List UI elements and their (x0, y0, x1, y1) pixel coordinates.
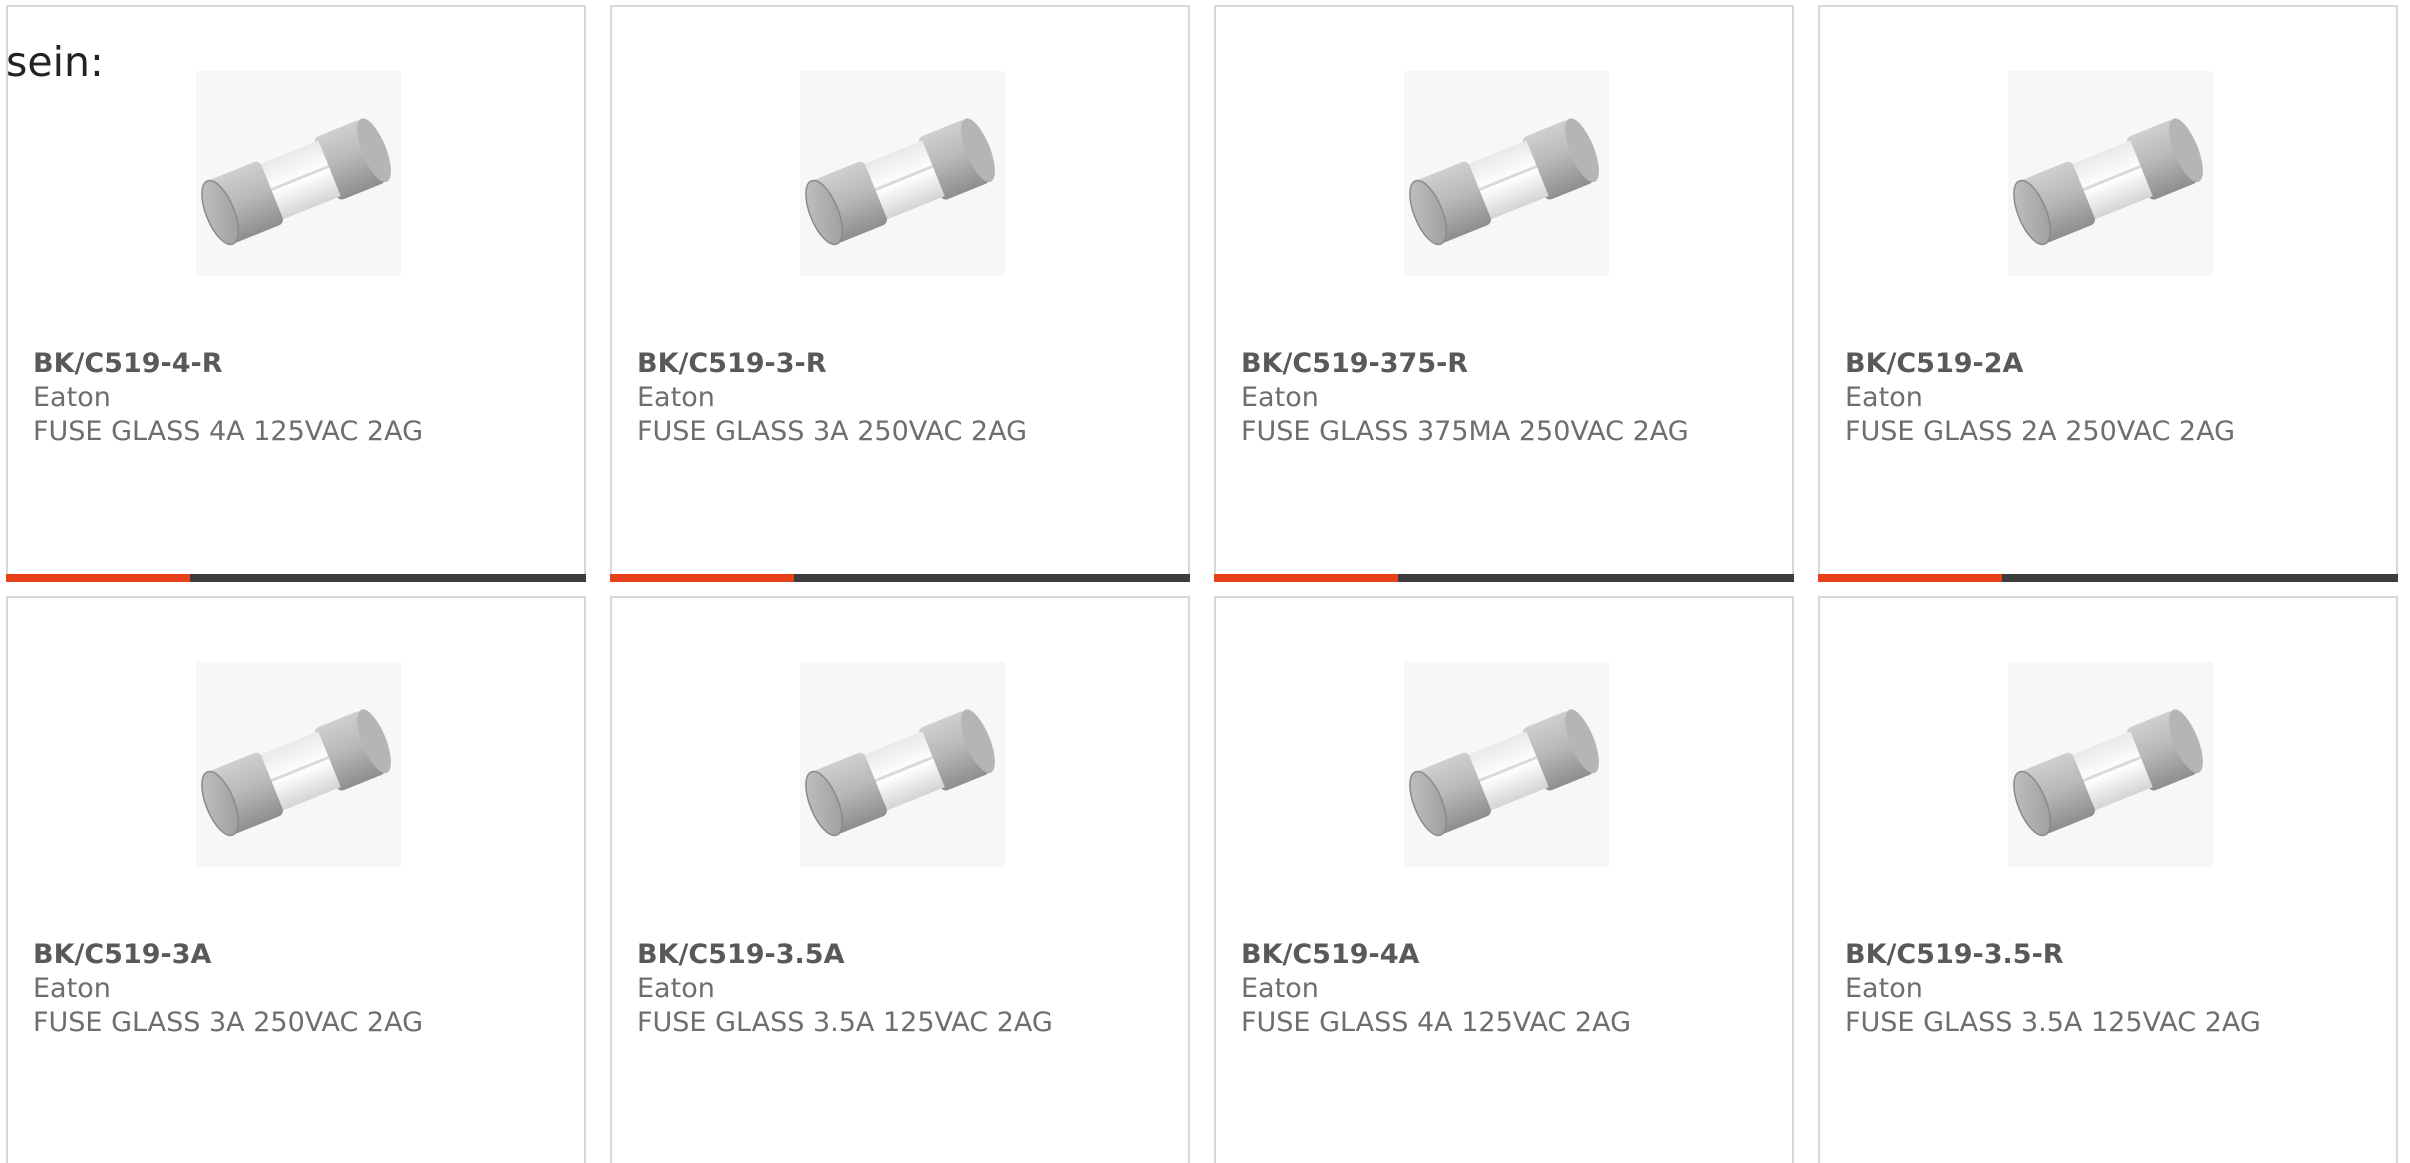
card-bottom-bar (1214, 574, 1794, 582)
card-bottom-bar (1818, 574, 2398, 582)
product-description: FUSE GLASS 375MA 250VAC 2AG (1241, 416, 1689, 447)
card-bar-accent (610, 574, 794, 582)
card-bar-dark (1398, 574, 1794, 582)
part-number-link[interactable]: BK/C519-3.5-R (1845, 938, 2386, 972)
product-card[interactable]: BK/C519-3.5A Eaton FUSE GLASS 3.5A 125VA… (610, 596, 1190, 1163)
product-description: FUSE GLASS 3.5A 125VAC 2AG (637, 1007, 1053, 1038)
product-description: FUSE GLASS 3.5A 125VAC 2AG (1845, 1007, 2261, 1038)
product-image[interactable] (2008, 662, 2213, 867)
product-info: BK/C519-3-R Eaton FUSE GLASS 3A 250VAC 2… (637, 347, 1178, 449)
glass-fuse-icon (196, 662, 401, 867)
product-image[interactable] (1404, 662, 1609, 867)
product-image[interactable] (2008, 71, 2213, 276)
card-bar-dark (2002, 574, 2398, 582)
product-info: BK/C519-375-R Eaton FUSE GLASS 375MA 250… (1241, 347, 1782, 449)
product-description: FUSE GLASS 4A 125VAC 2AG (1241, 1007, 1632, 1038)
card-bar-accent (6, 574, 190, 582)
product-description: FUSE GLASS 3A 250VAC 2AG (637, 416, 1028, 447)
product-image[interactable] (196, 662, 401, 867)
part-number-link[interactable]: BK/C519-3.5A (637, 938, 1178, 972)
part-number-link[interactable]: BK/C519-3A (33, 938, 574, 972)
product-image[interactable] (196, 71, 401, 276)
glass-fuse-icon (1404, 662, 1609, 867)
product-card[interactable]: BK/C519-375-R Eaton FUSE GLASS 375MA 250… (1214, 5, 1794, 582)
intro-text: sein: (6, 38, 104, 86)
manufacturer-label: Eaton (1241, 382, 1319, 413)
product-info: BK/C519-4-R Eaton FUSE GLASS 4A 125VAC 2… (33, 347, 574, 449)
product-card[interactable]: BK/C519-4-R Eaton FUSE GLASS 4A 125VAC 2… (6, 5, 586, 582)
product-page: sein: BK/C519-4-R Eaton FUSE GLASS 4A 12… (0, 0, 2410, 1163)
product-info: BK/C519-3A Eaton FUSE GLASS 3A 250VAC 2A… (33, 938, 574, 1040)
glass-fuse-icon (2008, 662, 2213, 867)
manufacturer-label: Eaton (33, 973, 111, 1004)
card-bottom-bar (610, 574, 1190, 582)
product-card[interactable]: BK/C519-3A Eaton FUSE GLASS 3A 250VAC 2A… (6, 596, 586, 1163)
product-image[interactable] (800, 71, 1005, 276)
manufacturer-label: Eaton (33, 382, 111, 413)
product-card[interactable]: BK/C519-2A Eaton FUSE GLASS 2A 250VAC 2A… (1818, 5, 2398, 582)
card-bar-accent (1818, 574, 2002, 582)
manufacturer-label: Eaton (637, 973, 715, 1004)
manufacturer-label: Eaton (1845, 382, 1923, 413)
part-number-link[interactable]: BK/C519-4-R (33, 347, 574, 381)
part-number-link[interactable]: BK/C519-3-R (637, 347, 1178, 381)
product-image[interactable] (800, 662, 1005, 867)
glass-fuse-icon (1404, 71, 1609, 276)
product-description: FUSE GLASS 2A 250VAC 2AG (1845, 416, 2236, 447)
glass-fuse-icon (196, 71, 401, 276)
card-bottom-bar (6, 574, 586, 582)
product-info: BK/C519-2A Eaton FUSE GLASS 2A 250VAC 2A… (1845, 347, 2386, 449)
glass-fuse-icon (800, 662, 1005, 867)
product-card[interactable]: BK/C519-4A Eaton FUSE GLASS 4A 125VAC 2A… (1214, 596, 1794, 1163)
part-number-link[interactable]: BK/C519-2A (1845, 347, 2386, 381)
glass-fuse-icon (2008, 71, 2213, 276)
product-card[interactable]: BK/C519-3.5-R Eaton FUSE GLASS 3.5A 125V… (1818, 596, 2398, 1163)
manufacturer-label: Eaton (637, 382, 715, 413)
card-bar-dark (794, 574, 1190, 582)
product-info: BK/C519-4A Eaton FUSE GLASS 4A 125VAC 2A… (1241, 938, 1782, 1040)
product-info: BK/C519-3.5-R Eaton FUSE GLASS 3.5A 125V… (1845, 938, 2386, 1040)
card-bar-dark (190, 574, 586, 582)
product-description: FUSE GLASS 4A 125VAC 2AG (33, 416, 424, 447)
manufacturer-label: Eaton (1845, 973, 1923, 1004)
product-info: BK/C519-3.5A Eaton FUSE GLASS 3.5A 125VA… (637, 938, 1178, 1040)
glass-fuse-icon (800, 71, 1005, 276)
product-image[interactable] (1404, 71, 1609, 276)
card-bar-accent (1214, 574, 1398, 582)
part-number-link[interactable]: BK/C519-375-R (1241, 347, 1782, 381)
manufacturer-label: Eaton (1241, 973, 1319, 1004)
product-grid: BK/C519-4-R Eaton FUSE GLASS 4A 125VAC 2… (6, 5, 2398, 1163)
product-description: FUSE GLASS 3A 250VAC 2AG (33, 1007, 424, 1038)
product-card[interactable]: BK/C519-3-R Eaton FUSE GLASS 3A 250VAC 2… (610, 5, 1190, 582)
part-number-link[interactable]: BK/C519-4A (1241, 938, 1782, 972)
